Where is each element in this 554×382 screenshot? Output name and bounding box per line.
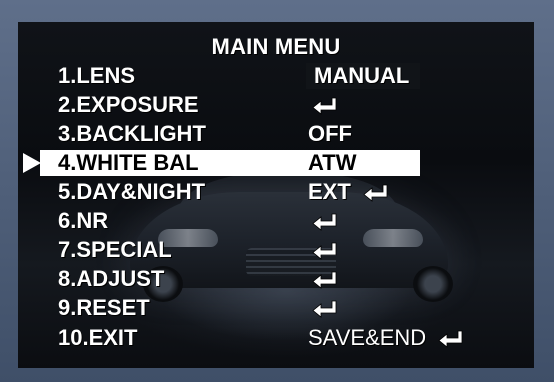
menu-item-value (308, 265, 338, 293)
menu-item-value (308, 207, 338, 235)
menu-title: MAIN MENU (211, 34, 341, 59)
enter-return-icon (438, 330, 463, 349)
enter-return-icon (312, 213, 337, 232)
menu-item-label: 10.EXIT (58, 325, 138, 350)
menu-item-nr[interactable]: 6.NR (18, 207, 534, 235)
enter-return-icon (312, 271, 337, 290)
menu-item-value: EXT (308, 178, 389, 206)
menu-item-value-text: SAVE&END (308, 325, 427, 350)
menu-item-value (308, 91, 338, 119)
menu-item-label: 3.BACKLIGHT (58, 121, 206, 146)
enter-return-icon (312, 97, 337, 116)
enter-return-icon (312, 300, 337, 319)
menu-item-label: 9.RESET (58, 295, 150, 320)
monitor-frame: MAIN MENU 1.LENS MANUAL 2.EXPOSURE 3.BAC… (0, 0, 554, 382)
menu-item-exposure[interactable]: 2.EXPOSURE (18, 91, 534, 119)
menu-item-value-text: EXT (308, 179, 351, 204)
menu-item-special[interactable]: 7.SPECIAL (18, 236, 534, 264)
enter-return-icon (363, 184, 388, 203)
menu-item-backlight[interactable]: 3.BACKLIGHT OFF (18, 120, 534, 148)
menu-item-reset[interactable]: 9.RESET (18, 294, 534, 322)
menu-item-label: 5.DAY&NIGHT (58, 179, 206, 204)
menu-item-day-night[interactable]: 5.DAY&NIGHT EXT (18, 178, 534, 206)
menu-item-label: 2.EXPOSURE (58, 92, 199, 117)
menu-item-value: SAVE&END (308, 324, 464, 352)
pointer-arrow-icon (23, 153, 41, 173)
menu-item-value: OFF (308, 121, 352, 146)
menu-item-exit[interactable]: 10.EXIT SAVE&END (18, 324, 534, 352)
menu-item-adjust[interactable]: 8.ADJUST (18, 265, 534, 293)
menu-item-label: 7.SPECIAL (58, 237, 172, 262)
menu-item-value (308, 236, 338, 264)
menu-item-label: 4.WHITE BAL (58, 150, 199, 175)
menu-item-value: ATW (308, 150, 357, 175)
menu-item-white-bal[interactable]: 4.WHITE BAL ATW (18, 149, 534, 177)
menu-item-value: MANUAL (314, 63, 410, 88)
menu-item-label: 1.LENS (58, 63, 136, 88)
menu-item-lens[interactable]: 1.LENS MANUAL (18, 62, 534, 90)
menu-item-value (308, 294, 338, 322)
enter-return-icon (312, 242, 337, 261)
menu-item-label: 8.ADJUST (58, 266, 165, 291)
osd-screen: MAIN MENU 1.LENS MANUAL 2.EXPOSURE 3.BAC… (18, 22, 534, 368)
menu-item-label: 6.NR (58, 208, 109, 233)
